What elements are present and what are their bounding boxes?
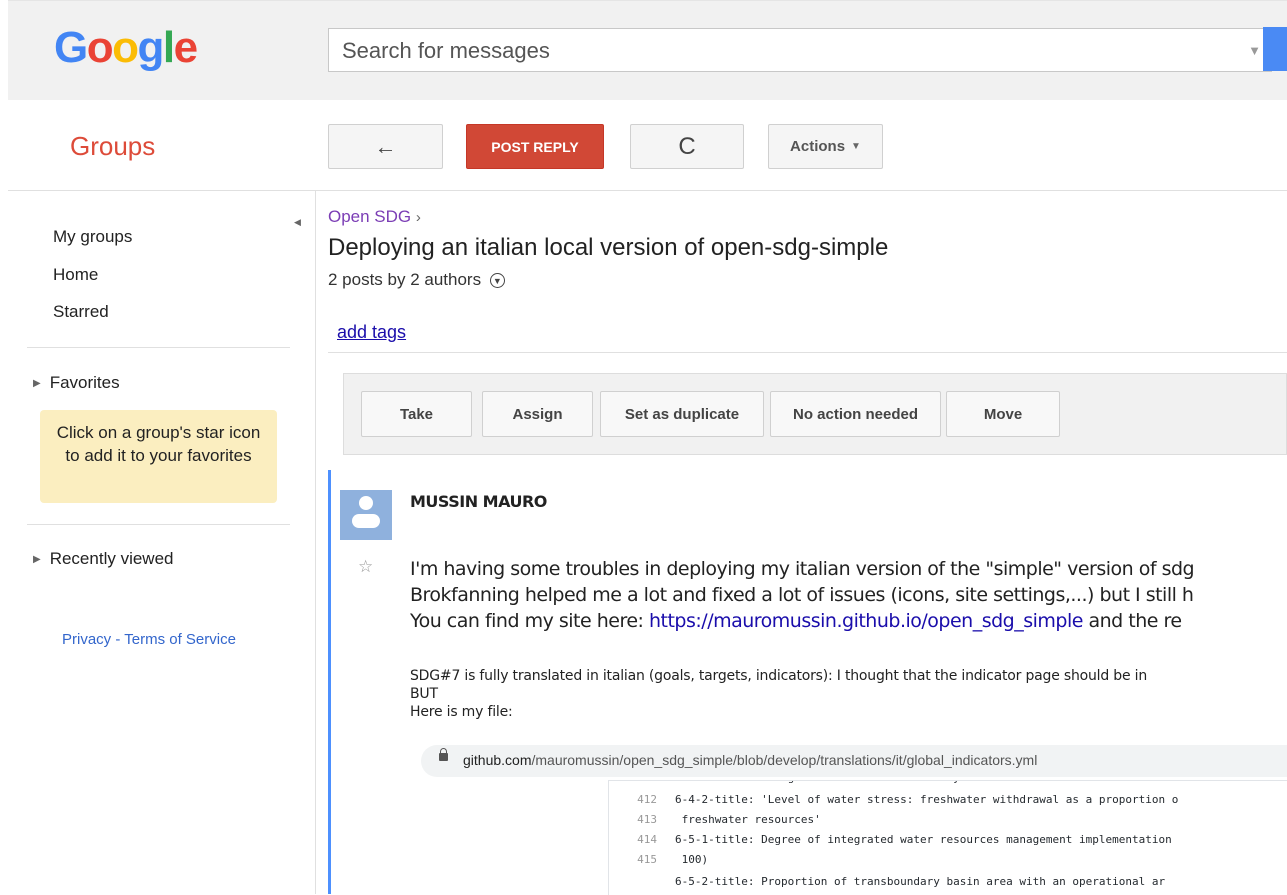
no-action-needed-button[interactable]: No action needed (770, 391, 941, 437)
expand-triangle-icon: ▶ (33, 378, 41, 389)
recently-viewed-section[interactable]: ▶ Recently viewed (33, 549, 173, 569)
line-number: 415 (637, 853, 657, 866)
lock-icon (439, 748, 448, 761)
back-button[interactable]: ← (328, 124, 443, 169)
avatar-body-shape (352, 514, 380, 528)
embedded-code-screenshot: 6-4-1-title: Change in water-use efficie… (608, 780, 1287, 895)
actions-label: Actions (790, 138, 846, 155)
code-text: freshwater resources' (675, 813, 821, 826)
sidebar-divider (315, 191, 316, 894)
code-text: 6-4-1-title: Change in water-use efficie… (675, 781, 1026, 784)
post-body-small: SDG#7 is fully translated in italian (go… (410, 667, 1147, 721)
collapse-sidebar-icon[interactable]: ◀ (294, 217, 301, 228)
logo-letter: g (137, 23, 165, 72)
privacy-link[interactable]: Privacy (62, 631, 111, 648)
post-count: 2 posts by 2 authors (328, 270, 482, 289)
set-as-duplicate-button[interactable]: Set as duplicate (600, 391, 764, 437)
logo-letter: G (54, 23, 88, 72)
sidebar-separator (27, 347, 290, 348)
post-line: SDG#7 is fully translated in italian (go… (410, 668, 1148, 684)
action-panel: Take Assign Set as duplicate No action n… (343, 373, 1287, 455)
star-icon[interactable]: ☆ (358, 557, 373, 577)
breadcrumb-group-link[interactable]: Open SDG (328, 207, 411, 226)
url-domain: github.com (463, 752, 532, 768)
expand-circle-icon[interactable]: ▼ (489, 273, 505, 289)
logo-letter: o (86, 23, 114, 72)
post-text: and the re (1082, 610, 1182, 632)
code-text: 6-5-1-title: Degree of integrated water … (675, 833, 1172, 846)
sidebar-item-starred[interactable]: Starred (53, 302, 109, 322)
code-text: 6-4-2-title: 'Level of water stress: fre… (675, 793, 1179, 806)
terms-link[interactable]: Terms of Service (124, 631, 236, 648)
selected-post-indicator (328, 470, 331, 894)
site-link[interactable]: https://mauromussin.github.io/open_sdg_s… (649, 610, 1083, 632)
avatar[interactable] (340, 490, 392, 540)
code-line: 414 6-5-1-title: Degree of integrated wat… (609, 833, 1172, 853)
post-line: I'm having some troubles in deploying my… (410, 558, 1195, 580)
post-line: BUT (410, 686, 438, 702)
refresh-button[interactable]: C (630, 124, 744, 169)
search-button[interactable] (1263, 27, 1287, 71)
code-text: 100) (675, 853, 709, 866)
sidebar-item-home[interactable]: Home (53, 265, 98, 285)
take-button[interactable]: Take (361, 391, 472, 437)
post-line: Here is my file: (410, 704, 513, 720)
logo-letter: l (162, 23, 175, 72)
logo-letter: o (112, 23, 139, 72)
avatar-head-shape (359, 496, 373, 510)
recently-viewed-label: Recently viewed (49, 549, 174, 568)
search-box[interactable]: ▼ (328, 28, 1272, 72)
assign-button[interactable]: Assign (482, 391, 593, 437)
thread-meta: 2 posts by 2 authors ▼ (328, 270, 505, 290)
search-input[interactable] (342, 37, 1222, 65)
footer-links: Privacy - Terms of Service (62, 631, 236, 648)
thread-title: Deploying an italian local version of op… (328, 234, 889, 261)
code-line: 6-5-2-title: Proportion of transboundary… (609, 875, 1165, 895)
breadcrumb-separator: › (415, 209, 421, 226)
search-options-icon[interactable]: ▼ (1248, 43, 1261, 58)
add-tags-link[interactable]: add tags (337, 322, 406, 343)
expand-triangle-icon: ▶ (33, 554, 41, 565)
chevron-down-icon: ▼ (851, 141, 861, 152)
line-number: 414 (637, 833, 657, 846)
tags-divider (328, 352, 1287, 353)
embedded-url-bar: github.com/mauromussin/open_sdg_simple/b… (421, 745, 1287, 777)
back-arrow-icon: ← (374, 133, 397, 159)
code-line: 415 100) (609, 853, 708, 873)
code-line: 412 6-4-2-title: 'Level of water stress: … (609, 793, 1178, 813)
favorites-hint: Click on a group's star icon to add it t… (40, 410, 277, 503)
post-author[interactable]: MUSSIN MAURO (410, 492, 547, 511)
line-number: 412 (637, 793, 657, 806)
code-text: 6-5-2-title: Proportion of transboundary… (675, 875, 1166, 888)
favorites-label: Favorites (49, 373, 120, 392)
footer-separator: - (111, 631, 125, 648)
logo-letter: e (173, 23, 198, 72)
refresh-icon: C (678, 132, 696, 160)
header-bar: Google ▼ (8, 0, 1287, 100)
breadcrumb: Open SDG › (328, 207, 421, 227)
header-divider (8, 190, 1287, 191)
groups-title[interactable]: Groups (70, 131, 155, 162)
embedded-url: github.com/mauromussin/open_sdg_simple/b… (463, 752, 1037, 768)
sidebar-item-my-groups[interactable]: My groups (53, 227, 132, 247)
google-logo[interactable]: Google (54, 23, 198, 73)
code-line: 413 freshwater resources' (609, 813, 821, 833)
line-number: 413 (637, 813, 657, 826)
post-line: Brokfanning helped me a lot and fixed a … (410, 584, 1194, 606)
actions-menu-button[interactable]: Actions ▼ (768, 124, 883, 169)
favorites-section[interactable]: ▶ Favorites (33, 373, 120, 393)
post-text: You can find my site here: (410, 610, 649, 632)
post-body: I'm having some troubles in deploying my… (410, 556, 1195, 634)
post-line: You can find my site here: https://mauro… (410, 608, 1194, 634)
post-reply-button[interactable]: POST REPLY (466, 124, 604, 169)
url-path: /mauromussin/open_sdg_simple/blob/develo… (531, 752, 1038, 768)
code-line: 6-4-1-title: Change in water-use efficie… (609, 781, 1026, 791)
sidebar-separator (27, 524, 290, 525)
move-button[interactable]: Move (946, 391, 1060, 437)
